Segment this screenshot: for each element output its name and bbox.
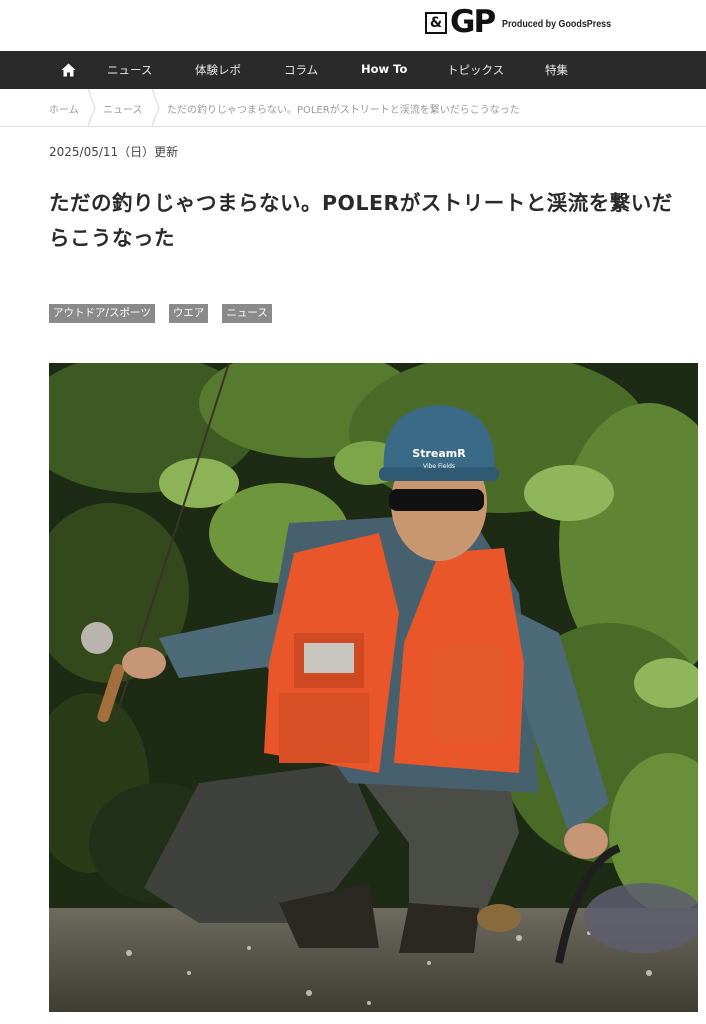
site-header: & GP Produced by GoodsPress <box>0 0 706 51</box>
article-title: ただの釣りじゃつまらない。POLERがストリートと渓流を繋いだらこうなった <box>49 191 673 250</box>
hero-image: StreamR Vibe Fields <box>49 363 698 1012</box>
nav-item-howto[interactable]: How To <box>361 62 407 76</box>
hero-photo-angler: StreamR Vibe Fields <box>49 363 698 1012</box>
logo-amp-mark: & <box>425 11 447 34</box>
breadcrumb-separator-icon <box>87 89 96 126</box>
trout <box>477 904 521 932</box>
site-logo[interactable]: & GP Produced by GoodsPress <box>425 7 631 38</box>
produced-by-text: Produced by GoodsPress <box>502 17 612 30</box>
nav-home-button[interactable] <box>57 51 79 89</box>
home-icon <box>61 63 75 77</box>
breadcrumb-separator-icon <box>151 89 160 126</box>
breadcrumb: ホーム ニュース ただの釣りじゃつまらない。POLERがストリートと渓流を繋いだ… <box>0 89 706 127</box>
tag-news[interactable]: ニュース <box>222 304 272 323</box>
logo-gp-text: GP <box>450 4 496 40</box>
article-date: 2025/05/11（日）更新 <box>49 145 179 159</box>
cap-logo-subtext: Vibe Fields <box>423 463 455 470</box>
cap-logo-text: StreamR <box>412 447 466 460</box>
nav-item-column[interactable]: コラム <box>284 62 318 78</box>
nav-item-review[interactable]: 体験レポ <box>195 62 241 78</box>
breadcrumb-news[interactable]: ニュース <box>103 101 143 116</box>
nav-item-news[interactable]: ニュース <box>107 62 152 78</box>
nav-item-feature[interactable]: 特集 <box>545 62 568 78</box>
global-nav <box>0 51 706 89</box>
nav-item-topics[interactable]: トピックス <box>447 62 504 78</box>
fishing-reel <box>81 622 113 654</box>
tag-outdoor-sports[interactable]: アウトドア/スポーツ <box>49 304 155 323</box>
breadcrumb-current: ただの釣りじゃつまらない。POLERがストリートと渓流を繋いだらこうなった <box>167 105 520 116</box>
sunglasses <box>389 489 484 511</box>
tag-wear[interactable]: ウエア <box>168 304 209 323</box>
breadcrumb-home[interactable]: ホーム <box>49 101 79 116</box>
article-tags: アウトドア/スポーツ ウエア ニュース <box>49 304 286 323</box>
